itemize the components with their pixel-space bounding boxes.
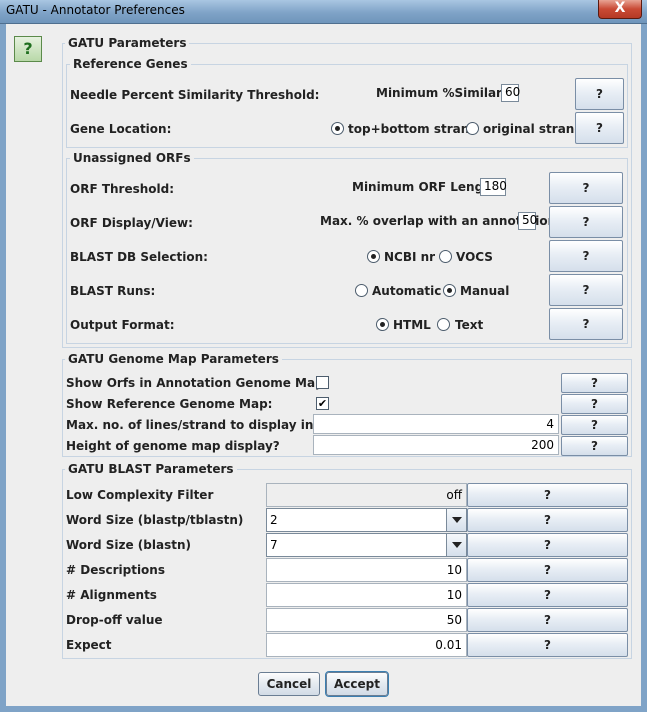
expect-help-button[interactable]: ? [467, 633, 628, 657]
show-orfs-label: Show Orfs in Annotation Genome Map: [66, 376, 329, 390]
chevron-down-icon[interactable] [446, 534, 466, 556]
accept-button[interactable]: Accept [325, 671, 389, 697]
window-title: GATU - Annotator Preferences [6, 3, 185, 17]
max-overlap-input[interactable]: 50 [518, 212, 537, 230]
show-reference-label: Show Reference Genome Map: [66, 397, 273, 411]
show-orfs-help-button[interactable]: ? [561, 373, 628, 393]
reference-genes-legend: Reference Genes [70, 57, 191, 71]
low-complexity-label: Low Complexity Filter [66, 488, 214, 502]
dropoff-label: Drop-off value [66, 613, 163, 627]
expect-label: Expect [66, 638, 112, 652]
blast-runs-manual-radio[interactable] [443, 284, 456, 297]
help-icon[interactable]: ? [14, 36, 42, 62]
dropoff-help-button[interactable]: ? [467, 608, 628, 632]
blast-db-vocs-label: VOCS [456, 250, 493, 264]
cancel-button[interactable]: Cancel [258, 672, 320, 696]
map-height-input[interactable]: 200 [313, 435, 559, 455]
min-similarity-label: Minimum %Similarity [376, 86, 520, 100]
orf-display-label: ORF Display/View: [70, 216, 193, 230]
unassigned-orfs-legend: Unassigned ORFs [70, 151, 194, 165]
gene-location-help-button[interactable]: ? [575, 112, 624, 144]
descriptions-help-button[interactable]: ? [467, 558, 628, 582]
title-bar[interactable]: GATU - Annotator Preferences X [0, 0, 647, 24]
show-reference-checkbox[interactable]: ✔ [316, 397, 329, 410]
word-size-blastn-value: 7 [270, 538, 278, 552]
blast-runs-label: BLAST Runs: [70, 284, 156, 298]
blast-runs-help-button[interactable]: ? [549, 274, 623, 306]
gene-location-label: Gene Location: [70, 122, 172, 136]
word-size-blastp-value: 2 [270, 513, 278, 527]
needle-threshold-label: Needle Percent Similarity Threshold: [70, 88, 320, 102]
orf-display-help-button[interactable]: ? [549, 206, 623, 238]
gene-location-top-bottom-radio[interactable] [331, 122, 344, 135]
gatu-parameters-legend: GATU Parameters [65, 36, 190, 50]
output-format-text-radio[interactable] [437, 318, 450, 331]
output-format-text-label: Text [455, 318, 484, 332]
orf-threshold-help-button[interactable]: ? [549, 172, 623, 204]
blast-runs-manual-label: Manual [460, 284, 510, 298]
gene-location-top-bottom-label: top+bottom strand [348, 122, 478, 136]
needle-help-button[interactable]: ? [575, 78, 624, 110]
min-orf-length-label: Minimum ORF Length [352, 180, 498, 194]
word-size-blastp-help-button[interactable]: ? [467, 508, 628, 532]
show-orfs-checkbox[interactable] [316, 376, 329, 389]
descriptions-input[interactable]: 10 [266, 558, 467, 582]
blast-db-vocs-radio[interactable] [439, 250, 452, 263]
word-size-blastp-select[interactable]: 2 [266, 508, 467, 532]
genome-map-legend: GATU Genome Map Parameters [65, 352, 282, 366]
descriptions-label: # Descriptions [66, 563, 165, 577]
low-complexity-value[interactable]: off [266, 483, 467, 507]
max-lines-label: Max. no. of lines/strand to display in m… [66, 418, 354, 432]
output-format-help-button[interactable]: ? [549, 308, 623, 340]
blast-db-help-button[interactable]: ? [549, 240, 623, 272]
alignments-input[interactable]: 10 [266, 583, 467, 607]
blast-params-legend: GATU BLAST Parameters [65, 462, 237, 476]
word-size-blastn-select[interactable]: 7 [266, 533, 467, 557]
max-lines-input[interactable]: 4 [313, 414, 559, 434]
blast-runs-automatic-label: Automatic [372, 284, 442, 298]
blast-db-label: BLAST DB Selection: [70, 250, 208, 264]
close-button[interactable]: X [598, 0, 642, 19]
map-height-label: Height of genome map display? [66, 439, 280, 453]
blast-runs-automatic-radio[interactable] [355, 284, 368, 297]
min-similarity-input[interactable]: 60 [501, 84, 520, 102]
blast-db-ncbi-label: NCBI nr [384, 250, 436, 264]
map-height-help-button[interactable]: ? [561, 436, 628, 456]
chevron-down-icon[interactable] [446, 509, 466, 531]
orf-threshold-label: ORF Threshold: [70, 182, 175, 196]
dropoff-input[interactable]: 50 [266, 608, 467, 632]
expect-input[interactable]: 0.01 [266, 633, 467, 657]
blast-db-ncbi-radio[interactable] [367, 250, 380, 263]
max-lines-help-button[interactable]: ? [561, 415, 628, 435]
word-size-blastp-label: Word Size (blastp/tblastn) [66, 513, 244, 527]
gene-location-original-label: original strand [483, 122, 583, 136]
low-complexity-help-button[interactable]: ? [467, 483, 628, 507]
word-size-blastn-help-button[interactable]: ? [467, 533, 628, 557]
output-format-label: Output Format: [70, 318, 175, 332]
min-orf-length-input[interactable]: 180 [480, 178, 507, 196]
word-size-blastn-label: Word Size (blastn) [66, 538, 191, 552]
gene-location-original-radio[interactable] [466, 122, 479, 135]
alignments-help-button[interactable]: ? [467, 583, 628, 607]
output-format-html-radio[interactable] [376, 318, 389, 331]
output-format-html-label: HTML [393, 318, 431, 332]
alignments-label: # Alignments [66, 588, 157, 602]
show-reference-help-button[interactable]: ? [561, 394, 628, 414]
